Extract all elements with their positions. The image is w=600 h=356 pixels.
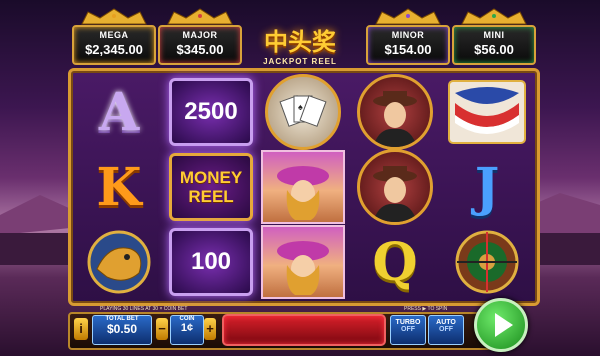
total-bet-value: $0.50 xyxy=(106,322,138,336)
roulette-wheel-icon xyxy=(445,227,529,297)
jackpot-label: MEGA xyxy=(99,30,129,40)
gangster-icon xyxy=(353,74,437,150)
win-display xyxy=(222,314,386,346)
jackpot-label: MAJOR xyxy=(182,30,218,40)
jackpot-value: $345.00 xyxy=(176,42,224,57)
play-icon xyxy=(495,313,513,337)
reel-grid: A K 2500 MONEY REEL 100 ♠ Q J xyxy=(68,68,540,306)
jackpot-major: MAJOR $345.00 xyxy=(158,8,242,66)
crown-icon xyxy=(81,8,147,25)
reel-2: 2500 MONEY REEL 100 xyxy=(167,75,255,299)
lady-icon xyxy=(261,225,345,299)
jackpot-value: $56.00 xyxy=(474,42,514,57)
gangster-icon xyxy=(353,149,437,225)
jackpot-label: MINOR xyxy=(391,30,425,40)
money-label: MONEY xyxy=(179,168,243,187)
game-logo: 中头奖 JACKPOT REEL xyxy=(236,22,364,72)
symbol-j: J xyxy=(445,152,529,222)
info-button[interactable]: i xyxy=(74,318,88,340)
jackpot-minor: MINOR $154.00 xyxy=(366,8,450,66)
press-spin-hint: PRESS ▶ TO SPIN xyxy=(404,306,448,312)
auto-label: AUTO xyxy=(436,319,456,326)
turbo-state: OFF xyxy=(401,326,415,333)
coin-value-display: COIN 1¢ xyxy=(170,315,204,345)
reel-1: A K xyxy=(75,75,163,299)
jackpot-label: MINI xyxy=(483,30,505,40)
reel-label: REEL xyxy=(188,187,234,206)
logo-subtitle: JACKPOT REEL xyxy=(263,57,337,66)
symbol-letter: K xyxy=(96,156,142,218)
jackpot-value: $154.00 xyxy=(384,42,432,57)
cash-value: 100 xyxy=(190,248,232,275)
flag-bunting-icon xyxy=(445,77,529,147)
crown-icon xyxy=(375,8,441,25)
lady-icon xyxy=(261,150,345,224)
cash-symbol-100: 100 xyxy=(169,227,253,297)
paylines-text: PLAYING 30 LINES AT 30 × COIN BET xyxy=(100,306,188,312)
turbo-toggle[interactable]: TURBO OFF xyxy=(390,315,426,345)
jackpot-value: $2,345.00 xyxy=(85,42,143,57)
coin-decrease-button[interactable]: − xyxy=(156,318,168,340)
cash-symbol-2500: 2500 xyxy=(169,77,253,147)
money-reel-symbol: MONEY REEL xyxy=(169,152,253,222)
jackpot-mini: MINI $56.00 xyxy=(452,8,536,66)
logo-title: 中头奖 xyxy=(264,27,336,56)
crown-icon xyxy=(167,8,233,25)
symbol-letter: J xyxy=(474,156,500,218)
coin-increase-button[interactable]: + xyxy=(204,318,216,340)
coin-value: 1¢ xyxy=(180,322,194,334)
cash-value: 2500 xyxy=(184,98,238,125)
reel-5: J xyxy=(443,75,531,299)
spin-button[interactable] xyxy=(474,298,528,352)
auto-state: OFF xyxy=(439,326,453,333)
symbol-letter: Q xyxy=(372,231,418,293)
symbol-letter: A xyxy=(98,81,140,143)
minus-icon: − xyxy=(158,321,166,336)
symbol-a: A xyxy=(77,77,161,147)
golden-dragon-icon xyxy=(77,227,161,297)
svg-text:♠: ♠ xyxy=(298,102,303,112)
jackpot-mega: MEGA $2,345.00 xyxy=(72,8,156,66)
symbol-q: Q xyxy=(353,227,437,297)
playing-cards-icon: ♠ xyxy=(261,74,345,150)
auto-toggle[interactable]: AUTO OFF xyxy=(428,315,464,345)
plus-icon: + xyxy=(206,321,214,336)
total-bet-display: TOTAL BET $0.50 xyxy=(92,315,152,345)
turbo-label: TURBO xyxy=(395,319,421,326)
reel-3: ♠ xyxy=(259,74,347,299)
symbol-k: K xyxy=(77,152,161,222)
reel-4: Q xyxy=(351,74,439,299)
crown-icon xyxy=(461,8,527,25)
info-icon: i xyxy=(79,321,83,336)
